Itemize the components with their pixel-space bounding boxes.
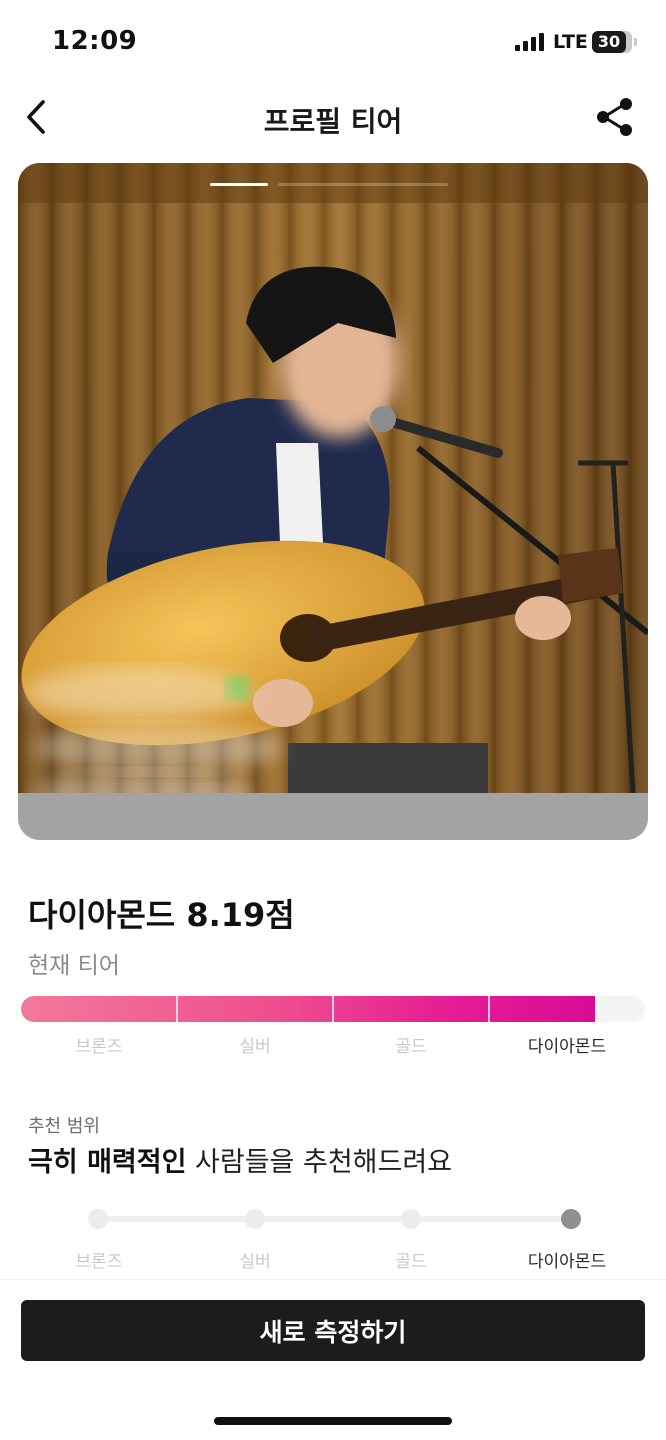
battery-level: 30 [597,32,621,51]
remeasure-button[interactable]: 새로 측정하기 [21,1300,645,1361]
tier-label-gold: 골드 [395,1037,427,1057]
tier-label-silver: 실버 [239,1037,271,1057]
tier-score: 다이아몬드 8.19점 [28,896,295,934]
navigation-bar: 프로필 티어 [0,86,666,150]
profile-photo-card[interactable] [18,163,648,840]
range-dot-gold [401,1209,421,1229]
status-time: 12:09 [52,26,138,56]
profile-tier-screen: 12:09 LTE 30 프로필 티어 다이아몬드 8.19점 현재 티어 브론… [0,0,666,1440]
tier-label-bronze: 브론즈 [75,1037,123,1057]
profile-photo [18,163,648,793]
tier-caption: 현재 티어 [28,953,120,979]
recommendation-caption: 추천 범위 [28,1116,100,1137]
recommendation-text: 극히 매력적인 사람들을 추천해드려요 [28,1140,452,1179]
tier-progress-bar [21,996,645,1022]
recommendation-rest: 사람들을 추천해드려요 [186,1147,453,1178]
share-icon [597,98,632,136]
range-dot-diamond [561,1209,581,1229]
range-label-bronze: 브론즈 [75,1252,123,1272]
range-label-diamond: 다이아몬드 [527,1252,607,1272]
page-title: 프로필 티어 [263,105,403,138]
recommendation-highlight: 극히 매력적인 [28,1147,187,1178]
network-type: LTE [553,31,588,53]
range-label-gold: 골드 [395,1252,427,1272]
battery-icon: 30 [592,31,632,53]
divider [0,1279,666,1280]
range-label-silver: 실버 [239,1252,271,1272]
signal-icon [515,33,547,51]
tier-label-diamond: 다이아몬드 [527,1037,607,1057]
range-dot-bronze [88,1209,108,1229]
recommendation-range-track [97,1216,571,1222]
photo-footer [18,793,648,840]
home-indicator[interactable] [214,1417,452,1425]
range-dot-silver [245,1209,265,1229]
tier-progress-fill [21,996,595,1022]
status-bar: 12:09 LTE 30 [0,0,666,86]
share-button[interactable] [590,92,640,142]
